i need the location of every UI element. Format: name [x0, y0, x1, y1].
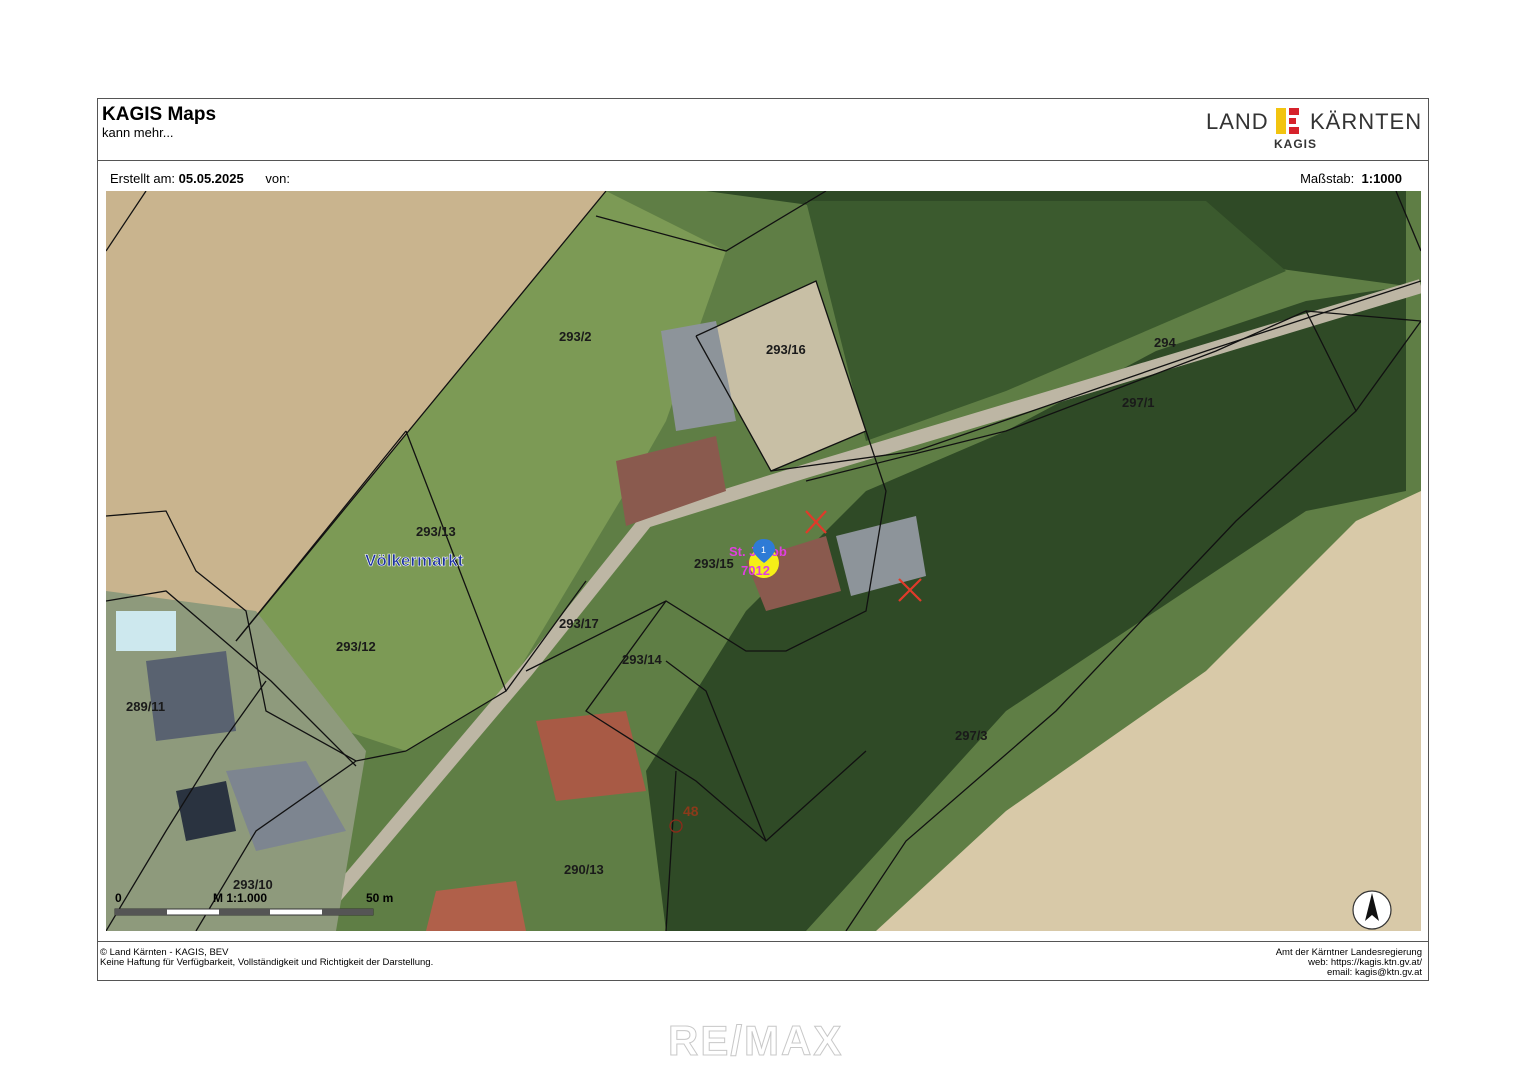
scale-bar: [114, 908, 374, 916]
parcel-label-293-10: 293/10: [233, 877, 273, 892]
parcel-label-293-16: 293/16: [766, 342, 806, 357]
town-label: Völkermarkt: [365, 551, 464, 570]
disclaimer-text: Keine Haftung für Verfügbarkeit, Vollstä…: [100, 957, 434, 968]
roof-1: [146, 651, 236, 741]
marker-number: 1: [761, 545, 766, 555]
meta-bar: Erstellt am: 05.05.2025 von: Maßstab: 1:…: [98, 160, 1428, 190]
scale-value: 1:1000: [1361, 171, 1402, 186]
solar-panels: [176, 781, 236, 841]
created-info: Erstellt am: 05.05.2025 von:: [110, 171, 290, 186]
app-title: KAGIS Maps: [102, 104, 217, 125]
logo-kagis-text: KAGIS: [1274, 137, 1318, 151]
email-link[interactable]: email: kagis@ktn.gv.at: [1276, 968, 1422, 978]
parcel-label-293-14: 293/14: [622, 652, 663, 667]
pool: [116, 611, 176, 651]
land-kaernten-logo: LAND KÄRNTEN KAGIS: [1206, 105, 1421, 153]
header: KAGIS Maps kann mehr... LAND KÄRNTEN KAG…: [98, 99, 1428, 161]
map-print-frame: KAGIS Maps kann mehr... LAND KÄRNTEN KAG…: [97, 98, 1429, 981]
author-label: von:: [265, 171, 290, 186]
logo-kaernten-text: KÄRNTEN: [1310, 109, 1423, 134]
scale-end: 50 m: [366, 891, 393, 905]
created-date: 05.05.2025: [178, 171, 244, 186]
parcel-label-290-13: 290/13: [564, 862, 604, 877]
scale-info: Maßstab: 1:1000: [1300, 171, 1402, 186]
marker-label-bottom: 7012: [741, 563, 770, 578]
parcel-label-294: 294: [1154, 335, 1176, 350]
parcel-label-293-12: 293/12: [336, 639, 376, 654]
parcel-label-297-3: 297/3: [955, 728, 988, 743]
scale-label: Maßstab:: [1300, 171, 1355, 186]
parcel-label-293-15: 293/15: [694, 556, 734, 571]
remax-watermark: RE/MAX: [667, 1017, 844, 1065]
scale-ratio: M 1:1.000: [213, 891, 267, 905]
survey-point-label: 48: [683, 803, 699, 819]
created-label: Erstellt am:: [110, 171, 176, 186]
app-subtitle: kann mehr...: [102, 125, 174, 140]
parcel-label-289-11: 289/11: [126, 699, 165, 714]
parcel-label-293-2: 293/2: [559, 329, 592, 344]
aerial-map[interactable]: 293/2 293/16 294 297/1 293/13 293/15 293…: [106, 191, 1421, 931]
parcel-label-293-17: 293/17: [559, 616, 599, 631]
parcel-label-293-13: 293/13: [416, 524, 456, 539]
map-canvas: 293/2 293/16 294 297/1 293/13 293/15 293…: [106, 191, 1421, 931]
footer: © Land Kärnten - KAGIS, BEV Keine Haftun…: [98, 941, 1428, 983]
north-arrow-icon: [1352, 890, 1392, 930]
logo-mark-icon: [1276, 108, 1302, 134]
footer-left: © Land Kärnten - KAGIS, BEV Keine Haftun…: [100, 948, 433, 968]
logo-land-text: LAND: [1206, 109, 1269, 134]
footer-right: Amt der Kärntner Landesregierung web: ht…: [1276, 948, 1422, 978]
parcel-label-297-1: 297/1: [1122, 395, 1155, 410]
scale-start: 0: [115, 891, 122, 905]
